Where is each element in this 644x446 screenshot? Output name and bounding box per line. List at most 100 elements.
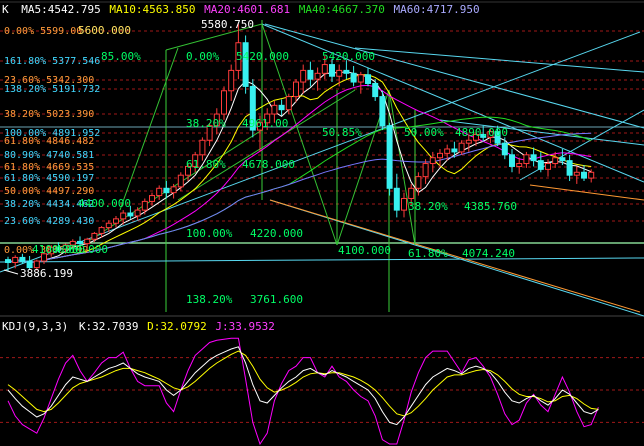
fib-annotation: 138.20% <box>186 293 233 306</box>
kdj-d-line <box>7 350 599 417</box>
fib-level-label: 0.00% 5599.00 <box>4 26 82 37</box>
candle-body <box>149 195 155 202</box>
fib-level-label: 61.80% 4846.482 <box>4 136 94 147</box>
candle-body <box>134 209 141 217</box>
fib-annotation: 4678.000 <box>242 158 295 171</box>
fib-annotation: 5600.000 <box>78 24 131 37</box>
fib-annotation: 85.00% <box>101 50 141 63</box>
candle-body <box>537 160 544 170</box>
candle-body <box>422 163 429 178</box>
fib-annotation: 4074.240 <box>462 247 515 260</box>
candle-body <box>372 82 379 98</box>
fib-annotation: 50.85% <box>322 126 362 139</box>
candle-body <box>451 148 458 153</box>
candle-body <box>314 72 321 80</box>
fib-annotation: 0.00% <box>186 50 219 63</box>
candle-body <box>437 152 443 159</box>
fib-level-label: 161.80% 5377.546 <box>4 56 100 67</box>
candle-body <box>98 227 105 234</box>
candle-body <box>5 259 11 264</box>
candle-body <box>552 157 559 165</box>
low-pointer <box>3 269 19 275</box>
fib-annotation: 4220.000 <box>250 227 303 240</box>
price-indicator-header: K MA5:4542.795 MA10:4563.850 MA20:4601.6… <box>2 3 480 16</box>
kdj-d-value: D:32.0792 <box>147 320 207 333</box>
ma20-value: MA20:4601.681 <box>204 3 291 16</box>
candle-body <box>127 212 134 217</box>
kdj-k-value: K:32.7039 <box>78 320 139 333</box>
candle-body <box>293 81 299 98</box>
fib-level-label: 80.90% 4740.581 <box>4 150 94 161</box>
candle-body <box>120 212 127 220</box>
candle-body <box>516 163 523 167</box>
candle-body <box>156 187 163 197</box>
kdj-j-line <box>7 337 599 446</box>
candle-body <box>141 200 148 211</box>
candle-body <box>113 218 119 224</box>
ma40-value: MA40:4667.370 <box>298 3 385 16</box>
candle-body <box>444 148 451 154</box>
candle-body <box>458 142 465 153</box>
fib-annotation: 50.00% <box>404 126 444 139</box>
kdj-name: KDJ(9,3,3) <box>2 320 69 333</box>
orange-trend-line <box>529 184 644 201</box>
fib-annotation: 3761.600 <box>250 293 303 306</box>
candle-body <box>523 154 530 165</box>
candle-body <box>321 64 328 74</box>
candle-body <box>393 187 400 211</box>
candle-body <box>307 69 314 80</box>
candle-body <box>163 187 170 194</box>
candle-body <box>12 256 19 264</box>
high-price-label: 5580.750 <box>201 18 254 31</box>
fib-annotation: 100.00% <box>186 227 233 240</box>
fib-level-label: 138.20% 5191.732 <box>4 84 100 95</box>
candle-body <box>177 174 184 188</box>
candle-body <box>105 222 112 229</box>
candle-body <box>501 142 508 156</box>
candle-body <box>408 187 415 199</box>
orange-trend-line <box>269 199 641 313</box>
candle-body <box>228 69 235 92</box>
candle-body <box>285 96 292 111</box>
fib-annotation: 4400.000 <box>78 197 131 210</box>
candle-body <box>343 69 350 74</box>
kdj-indicator-header: KDJ(9,3,3) K:32.7039 D:32.0792 J:33.9532 <box>2 320 275 333</box>
candle-body <box>91 232 98 240</box>
candle-body <box>545 163 551 170</box>
fib-fan-line <box>119 47 179 211</box>
fib-annotation: 4000.000 <box>55 243 108 256</box>
ma5-value: MA5:4542.795 <box>21 3 101 16</box>
candle-body <box>509 154 515 167</box>
candle-body <box>357 74 364 83</box>
trend-line <box>354 47 644 73</box>
trend-line <box>261 23 644 183</box>
fib-level-label: 38.20% 5023.390 <box>4 109 94 120</box>
fib-annotation: 5420.000 <box>322 50 375 63</box>
fib-level-label: 61.80% 4669.535 <box>4 162 94 173</box>
candle-body <box>329 64 335 77</box>
candle-body <box>573 171 580 176</box>
candle-body <box>170 186 177 194</box>
candle-body <box>401 197 407 211</box>
candle-body <box>415 176 422 189</box>
candle-body <box>350 72 357 83</box>
candle-body <box>429 157 436 165</box>
symbol-label: K <box>2 3 9 16</box>
chart-canvas: 0.00% 5599.00161.80% 5377.54623.60% 5342… <box>0 1 644 446</box>
low-price-label: 3886.199 <box>20 267 73 280</box>
candle-body <box>278 104 285 111</box>
fib-annotation: 4100.000 <box>338 244 391 257</box>
fib-annotation: 4961.00 <box>242 117 288 130</box>
fib-annotation: 5420.000 <box>236 50 289 63</box>
ma60-value: MA60:4717.950 <box>393 3 480 16</box>
candle-body <box>221 90 227 115</box>
candle-body <box>566 160 573 176</box>
fib-annotation: 38.20% <box>408 200 448 213</box>
candle-body <box>465 139 472 144</box>
kdj-j-value: J:33.9532 <box>215 320 275 333</box>
candle-body <box>588 171 595 179</box>
kdj-k-line <box>7 346 599 426</box>
candle-body <box>271 104 278 115</box>
candle-body <box>379 96 386 127</box>
stock-chart-window: 0.00% 5599.00 161.80% 5377.546 23.60% 5342… <box>0 0 644 446</box>
